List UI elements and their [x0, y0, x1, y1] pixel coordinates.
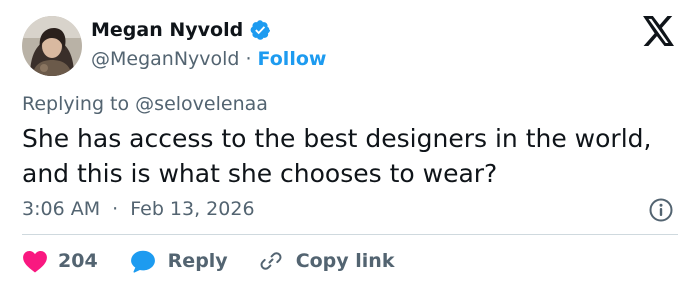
timestamp-separator: · — [112, 198, 119, 220]
link-icon — [260, 252, 282, 270]
reply-context-prefix: Replying to — [22, 93, 130, 115]
tweet-date: Feb 13, 2026 — [130, 198, 255, 220]
tweet-timestamp[interactable]: 3:06 AM · Feb 13, 2026 — [22, 198, 255, 220]
author-name[interactable]: Megan Nyvold — [91, 19, 243, 41]
reply-context: Replying to @selovelenaa — [22, 93, 268, 115]
copy-link-button[interactable]: Copy link — [258, 249, 395, 273]
author-handle-row: @MeganNyvold · Follow — [91, 48, 326, 70]
reply-button[interactable]: Reply — [130, 249, 228, 273]
reply-bubble-icon — [130, 250, 155, 273]
reply-context-mention[interactable]: @selovelenaa — [135, 93, 268, 115]
heart-icon — [23, 251, 47, 273]
tweet-text: She has access to the best designers in … — [22, 121, 682, 191]
like-button[interactable]: 204 — [22, 249, 98, 273]
info-icon[interactable] — [648, 197, 674, 223]
avatar[interactable] — [22, 16, 82, 76]
author-name-row: Megan Nyvold — [91, 19, 271, 41]
verified-badge-icon — [249, 19, 271, 41]
divider — [22, 234, 678, 235]
copy-link-label: Copy link — [295, 250, 395, 272]
x-logo-icon[interactable] — [642, 16, 676, 46]
like-count: 204 — [58, 250, 98, 272]
reply-label: Reply — [167, 250, 228, 272]
tweet-text-line-1: She has access to the best designers in … — [22, 124, 652, 153]
avatar-image — [22, 16, 82, 76]
author-handle[interactable]: @MeganNyvold — [91, 48, 240, 70]
follow-button[interactable]: Follow — [258, 48, 327, 70]
tweet-time: 3:06 AM — [22, 198, 101, 220]
handle-separator: · — [245, 48, 252, 70]
tweet-text-line-2: and this is what she chooses to wear? — [22, 159, 498, 188]
action-bar: 204 Reply Copy link — [22, 246, 394, 276]
tweet-card: Megan Nyvold @MeganNyvold · Follow Reply… — [0, 0, 700, 287]
